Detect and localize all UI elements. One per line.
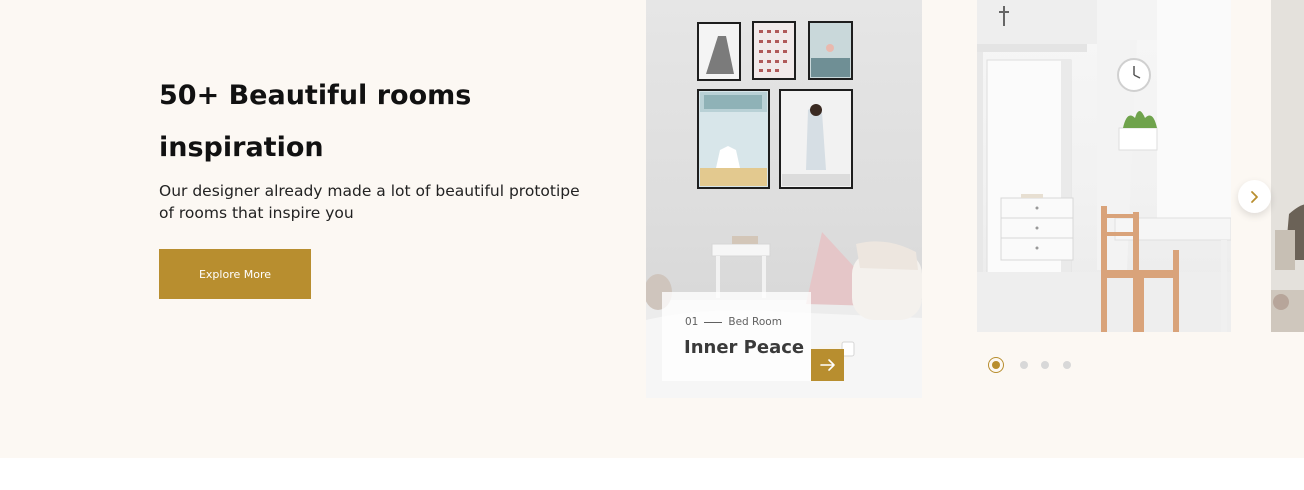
dining-room-illustration (977, 0, 1231, 332)
slide-go-button[interactable] (811, 349, 844, 381)
slide-title: Inner Peace (684, 337, 805, 358)
pagination-dot-1[interactable] (988, 357, 1004, 373)
pagination-dot-3[interactable] (1041, 361, 1049, 369)
slide-meta: 01 Bed Room (685, 316, 782, 328)
section-description: Our designer already made a lot of beaut… (159, 182, 580, 222)
slider-next-button[interactable] (1238, 180, 1271, 213)
slide-category: Bed Room (728, 316, 782, 328)
slide-image-dining-room[interactable] (977, 0, 1231, 332)
chevron-right-icon (1250, 190, 1258, 203)
explore-more-button[interactable]: Explore More (159, 249, 311, 299)
pagination-dot-4[interactable] (1063, 361, 1071, 369)
living-room-illustration (1271, 0, 1304, 332)
inspiration-section: 50+ Beautiful rooms inspiration Our desi… (0, 0, 1304, 458)
slide-number: 01 (685, 316, 699, 328)
pagination-dot-2[interactable] (1020, 361, 1028, 369)
meta-divider (704, 321, 723, 323)
arrow-right-icon (819, 359, 835, 371)
section-title: 50+ Beautiful rooms inspiration (159, 80, 472, 163)
slide-image-living-room[interactable] (1271, 0, 1304, 332)
